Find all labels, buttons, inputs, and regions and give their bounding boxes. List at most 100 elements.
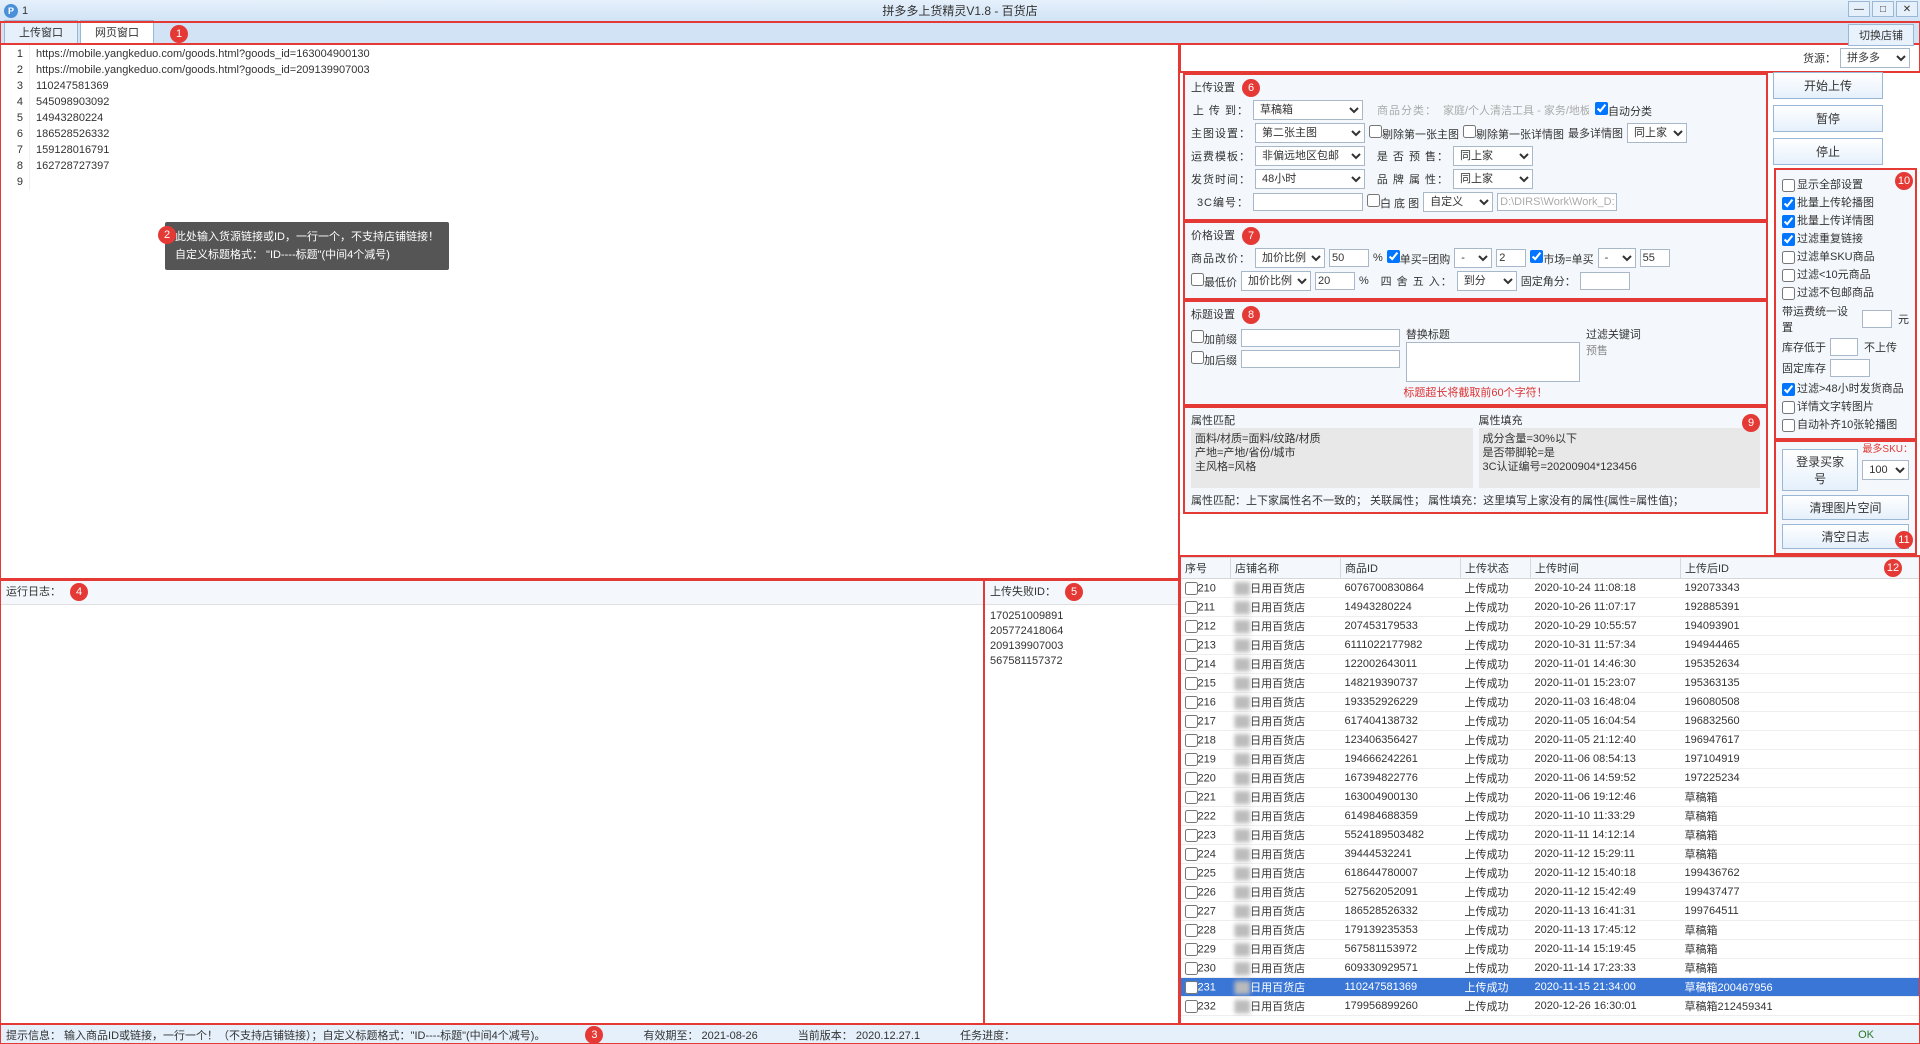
whiteimg-check[interactable]: 白 底 图	[1367, 194, 1419, 211]
tab-upload[interactable]: 上传窗口	[4, 20, 78, 43]
table-row[interactable]: 229██日用百货店567581153972上传成功2020-11-14 15:…	[1181, 940, 1920, 959]
attr-match-area[interactable]: 面料/材质=面料/纹路/材质 产地=产地/省份/城市 主风格=风格	[1191, 428, 1473, 488]
table-row[interactable]: 225██日用百货店618644780007上传成功2020-11-12 15:…	[1181, 864, 1920, 883]
sg-val[interactable]	[1496, 249, 1526, 267]
ms-op[interactable]: -	[1598, 248, 1636, 268]
opt-batch-detail[interactable]: 批量上传详情图	[1782, 212, 1909, 228]
opt-filter-dup[interactable]: 过滤重复链接	[1782, 230, 1909, 246]
whiteimg-path[interactable]	[1497, 193, 1617, 211]
prefix-check[interactable]: 加前缀	[1191, 330, 1237, 347]
table-row[interactable]: 210██日用百货店6076700830864上传成功2020-10-24 11…	[1181, 579, 1920, 598]
tab-web[interactable]: 网页窗口	[80, 20, 154, 43]
table-row[interactable]: 232██日用百货店179956899260上传成功2020-12-26 16:…	[1181, 997, 1920, 1016]
mainimg-select[interactable]: 第二张主图	[1255, 123, 1365, 143]
clear-log-button[interactable]: 清空日志	[1782, 524, 1909, 549]
opt-pad10[interactable]: 自动补齐10张轮播图	[1782, 416, 1909, 432]
brand-select[interactable]: 同上家	[1453, 169, 1533, 189]
fixstock-input[interactable]	[1830, 359, 1870, 377]
table-row[interactable]: 211██日用百货店14943280224上传成功2020-10-26 11:0…	[1181, 598, 1920, 617]
badge-11: 11	[1895, 531, 1913, 549]
ms-val[interactable]	[1640, 249, 1670, 267]
code3c-input[interactable]	[1253, 193, 1363, 211]
attr-fill-area[interactable]: 成分含量=30%以下 是否带脚轮=是 3C认证编号=20200904*12345…	[1479, 428, 1761, 488]
ship-tpl-select[interactable]: 非偏远地区包邮	[1255, 146, 1365, 166]
table-row[interactable]: 218██日用百货店123406356427上传成功2020-11-05 21:…	[1181, 731, 1920, 750]
table-row[interactable]: 220██日用百货店167394822776上传成功2020-11-06 14:…	[1181, 769, 1920, 788]
table-row[interactable]: 228██日用百货店179139235353上传成功2020-11-13 17:…	[1181, 921, 1920, 940]
opt-filter-noship[interactable]: 过滤不包邮商品	[1782, 284, 1909, 300]
source-select[interactable]: 拼多多	[1840, 48, 1910, 68]
table-row[interactable]: 217██日用百货店617404138732上传成功2020-11-05 16:…	[1181, 712, 1920, 731]
table-row[interactable]: 223██日用百货店5524189503482上传成功2020-11-11 14…	[1181, 826, 1920, 845]
ship-unify-input[interactable]	[1862, 310, 1892, 328]
switch-shop-button[interactable]: 切换店铺	[1848, 24, 1914, 46]
table-row[interactable]: 212██日用百货店207453179533上传成功2020-10-29 10:…	[1181, 617, 1920, 636]
source-editor[interactable]: 123456789 https://mobile.yangkeduo.com/g…	[0, 44, 1179, 579]
suffix-input[interactable]	[1241, 350, 1400, 368]
badge-6: 6	[1242, 79, 1260, 97]
replace-input[interactable]	[1406, 342, 1580, 382]
minimize-button[interactable]: —	[1848, 1, 1870, 17]
lowest-check[interactable]: 最低价	[1191, 273, 1237, 290]
opt-filter-lt10[interactable]: 过滤<10元商品	[1782, 266, 1909, 282]
th-seq[interactable]: 序号	[1181, 558, 1231, 579]
table-row[interactable]: 216██日用百货店193352926229上传成功2020-11-03 16:…	[1181, 693, 1920, 712]
table-row[interactable]: 214██日用百货店122002643011上传成功2020-11-01 14:…	[1181, 655, 1920, 674]
table-row[interactable]: 221██日用百货店163004900130上传成功2020-11-06 19:…	[1181, 788, 1920, 807]
auto-category-check[interactable]: 自动分类	[1595, 102, 1652, 119]
modprice-type[interactable]: 加价比例	[1255, 248, 1325, 268]
login-buyer-button[interactable]: 登录买家号	[1782, 449, 1858, 491]
table-row[interactable]: 215██日用百货店148219390737上传成功2020-11-01 15:…	[1181, 674, 1920, 693]
prefix-input[interactable]	[1241, 329, 1400, 347]
max-sku-select[interactable]: 100	[1862, 460, 1909, 480]
status-ok: OK	[1858, 1029, 1874, 1041]
ship-time-select[interactable]: 48小时	[1255, 169, 1365, 189]
del-first-main-check[interactable]: 剔除第一张主图	[1369, 125, 1459, 142]
table-row[interactable]: 224██日用百货店39444532241上传成功2020-11-12 15:2…	[1181, 845, 1920, 864]
opt-showall[interactable]: 显示全部设置	[1782, 176, 1909, 192]
table-row[interactable]: 222██日用百货店614984688359上传成功2020-11-10 11:…	[1181, 807, 1920, 826]
stop-button[interactable]: 停止	[1773, 138, 1883, 165]
maxdetail-select[interactable]: 同上家	[1627, 123, 1687, 143]
single-group-check[interactable]: 单买=团购	[1387, 250, 1450, 267]
sg-op[interactable]: -	[1454, 248, 1492, 268]
modprice-val[interactable]	[1329, 249, 1369, 267]
th-goods[interactable]: 商品ID	[1341, 558, 1461, 579]
start-upload-button[interactable]: 开始上传	[1773, 72, 1883, 99]
presale-select[interactable]: 同上家	[1453, 146, 1533, 166]
clear-imgspace-button[interactable]: 清理图片空间	[1782, 495, 1909, 520]
opt-filter-48h[interactable]: 过滤>48小时发货商品	[1782, 380, 1909, 396]
stocklt-input[interactable]	[1830, 338, 1858, 356]
round-select[interactable]: 到分	[1457, 271, 1517, 291]
close-button[interactable]: ✕	[1896, 1, 1918, 17]
suffix-check[interactable]: 加后缀	[1191, 351, 1237, 368]
whiteimg-select[interactable]: 自定义	[1423, 192, 1493, 212]
presale-label: 是 否 预 售：	[1369, 148, 1449, 164]
opt-batch-banner[interactable]: 批量上传轮播图	[1782, 194, 1909, 210]
lowest-val[interactable]	[1315, 272, 1355, 290]
opt-filter-singlesku[interactable]: 过滤单SKU商品	[1782, 248, 1909, 264]
th-status[interactable]: 上传状态	[1461, 558, 1531, 579]
del-first-detail-check[interactable]: 剔除第一张详情图	[1463, 125, 1564, 142]
fail-list: 1702510098912057724180642091399070035675…	[984, 605, 1179, 673]
opt-text2img[interactable]: 详情文字转图片	[1782, 398, 1909, 414]
table-row[interactable]: 219██日用百货店194666242261上传成功2020-11-06 08:…	[1181, 750, 1920, 769]
upload-to-select[interactable]: 草稿箱	[1253, 100, 1363, 120]
attr-match-title: 属性匹配	[1191, 412, 1473, 428]
table-row[interactable]: 213██日用百货店6111022177982上传成功2020-10-31 11…	[1181, 636, 1920, 655]
fixed-dec-input[interactable]	[1580, 272, 1630, 290]
lowest-type[interactable]: 加价比例	[1241, 271, 1311, 291]
table-row[interactable]: 227██日用百货店186528526332上传成功2020-11-13 16:…	[1181, 902, 1920, 921]
table-row[interactable]: 231██日用百货店110247581369上传成功2020-11-15 21:…	[1181, 978, 1920, 997]
source-row: 货源： 拼多多	[1180, 44, 1920, 72]
market-single-check[interactable]: 市场=单买	[1530, 250, 1593, 267]
upload-table[interactable]: 12 序号 店铺名称 商品ID 上传状态 上传时间 上传后ID 210██日用百…	[1180, 556, 1920, 1024]
maximize-button[interactable]: □	[1872, 1, 1894, 17]
th-shop[interactable]: 店铺名称	[1231, 558, 1341, 579]
title-set-title: 标题设置	[1191, 309, 1235, 321]
th-time[interactable]: 上传时间	[1531, 558, 1681, 579]
table-row[interactable]: 230██日用百货店609330929571上传成功2020-11-14 17:…	[1181, 959, 1920, 978]
table-row[interactable]: 226██日用百货店527562052091上传成功2020-11-12 15:…	[1181, 883, 1920, 902]
pause-button[interactable]: 暂停	[1773, 105, 1883, 132]
category-label: 商品分类：	[1367, 102, 1437, 118]
